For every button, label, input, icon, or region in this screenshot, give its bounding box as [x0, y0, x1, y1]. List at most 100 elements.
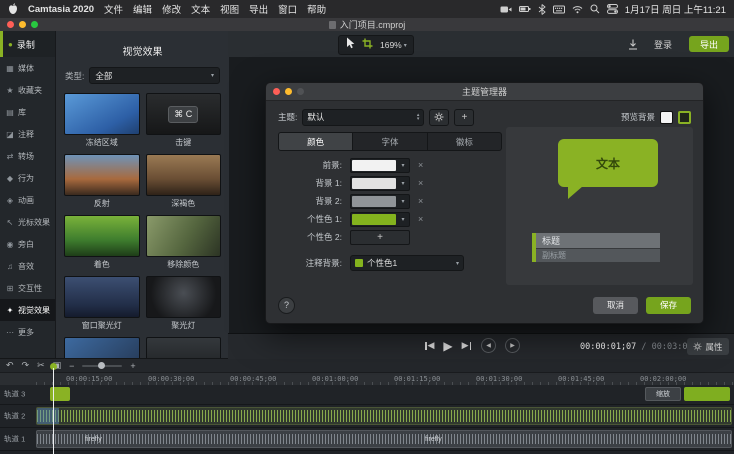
- zoom-clip[interactable]: 缩放: [645, 387, 681, 401]
- menu-modify[interactable]: 修改: [162, 2, 181, 16]
- window-traffic-lights[interactable]: [7, 21, 38, 28]
- menu-help[interactable]: 帮助: [307, 2, 326, 16]
- add-accent2-button[interactable]: +: [350, 229, 410, 245]
- undo-button[interactable]: ↶: [6, 360, 14, 371]
- effect-partial-1[interactable]: [64, 337, 140, 358]
- effect-thumbnail[interactable]: [145, 337, 221, 358]
- menu-file[interactable]: 文件: [104, 2, 123, 16]
- play-button[interactable]: ▶: [443, 339, 452, 353]
- background1-color-select[interactable]: ▾: [350, 175, 410, 191]
- split-button[interactable]: ✂: [37, 360, 45, 371]
- remove-background1-button[interactable]: ×: [418, 178, 423, 188]
- theme-settings-button[interactable]: [429, 108, 450, 126]
- redo-button[interactable]: ↷: [22, 360, 30, 371]
- track-1[interactable]: 轨道 1 firefly firefly: [0, 428, 734, 451]
- sidebar-item-voice-narration[interactable]: ◉ 旁白: [0, 233, 55, 255]
- share-download-button[interactable]: [628, 37, 638, 55]
- screen-record-icon[interactable]: [500, 5, 512, 14]
- close-window-button[interactable]: [7, 21, 14, 28]
- tab-colors[interactable]: 颜色: [279, 133, 354, 150]
- effect-thumbnail[interactable]: [64, 154, 140, 196]
- next-clip-button[interactable]: ▶: [505, 338, 521, 353]
- preview-bg-white-swatch[interactable]: [660, 110, 673, 124]
- cursor-tool-icon[interactable]: [345, 36, 355, 54]
- sidebar-item-library[interactable]: ▤ 库: [0, 101, 55, 123]
- menu-datetime[interactable]: 1月17日 周日 上午11:21: [625, 2, 726, 16]
- step-back-button[interactable]: ◀: [424, 340, 434, 351]
- effect-partial-2[interactable]: [145, 337, 221, 358]
- help-button[interactable]: ?: [278, 296, 295, 314]
- menu-view[interactable]: 视图: [220, 2, 239, 16]
- remove-accent1-button[interactable]: ×: [418, 214, 423, 224]
- remove-background2-button[interactable]: ×: [418, 196, 423, 206]
- sidebar-item-transitions[interactable]: ⇄ 转场: [0, 145, 55, 167]
- track-3[interactable]: 轨道 3 缩放: [0, 384, 734, 405]
- dialog-title-bar[interactable]: 主题管理器: [266, 83, 703, 101]
- zoom-window-button[interactable]: [31, 21, 38, 28]
- add-theme-button[interactable]: +: [454, 108, 475, 126]
- effect-thumbnail[interactable]: [64, 93, 140, 135]
- sidebar-item-media[interactable]: ▦ 媒体: [0, 57, 55, 79]
- effect-reflection[interactable]: 反射: [64, 154, 140, 209]
- minimize-window-button[interactable]: [19, 21, 26, 28]
- audio-clip-track1[interactable]: firefly firefly: [36, 430, 732, 448]
- foreground-color-select[interactable]: ▾: [350, 157, 410, 173]
- export-button[interactable]: 导出: [689, 36, 729, 52]
- previous-clip-button[interactable]: ◀: [481, 338, 497, 353]
- wifi-icon[interactable]: [572, 5, 583, 14]
- preview-bg-dark-swatch[interactable]: [678, 110, 691, 124]
- background2-color-select[interactable]: ▾: [350, 193, 410, 209]
- effect-thumbnail[interactable]: [64, 215, 140, 257]
- keyboard-input-icon[interactable]: [552, 5, 565, 14]
- effect-freeze-region[interactable]: 冻结区域: [64, 93, 140, 148]
- type-filter-select[interactable]: 全部 ▾: [89, 67, 220, 84]
- record-button[interactable]: ● 录制: [0, 31, 55, 57]
- save-button[interactable]: 保存: [645, 296, 691, 314]
- sidebar-item-more[interactable]: ⋯ 更多: [0, 321, 55, 343]
- menu-window[interactable]: 窗口: [278, 2, 297, 16]
- effect-colorize[interactable]: 着色: [64, 215, 140, 270]
- battery-icon[interactable]: [518, 4, 531, 14]
- effect-thumbnail[interactable]: [145, 276, 221, 318]
- menu-export[interactable]: 导出: [249, 2, 268, 16]
- remove-foreground-button[interactable]: ×: [418, 160, 423, 170]
- dialog-close-button[interactable]: [273, 88, 280, 95]
- bluetooth-icon[interactable]: [538, 3, 546, 15]
- canvas-zoom-select[interactable]: 169% ▾: [380, 40, 407, 50]
- crop-tool-icon[interactable]: [362, 36, 373, 54]
- cancel-button[interactable]: 取消: [592, 296, 638, 314]
- sidebar-item-cursor-effects[interactable]: ↖ 光标效果: [0, 211, 55, 233]
- sidebar-item-visual-effects[interactable]: ✦ 视觉效果: [0, 299, 55, 321]
- timeline-ruler[interactable]: 00:00:15;00 00:00:30;00 00:00:45;00 00:0…: [0, 372, 734, 385]
- sidebar-item-behaviors[interactable]: ◆ 行为: [0, 167, 55, 189]
- effect-thumbnail[interactable]: [64, 276, 140, 318]
- timeline-zoom-slider[interactable]: [82, 362, 123, 369]
- selection-region[interactable]: [37, 408, 59, 424]
- slider-knob[interactable]: [98, 362, 106, 369]
- sidebar-item-audio-effects[interactable]: ♫ 音效: [0, 255, 55, 277]
- search-icon[interactable]: [590, 4, 600, 14]
- annotation-bg-select[interactable]: 个性色1 ▾: [350, 255, 464, 271]
- menu-app-name[interactable]: Camtasia 2020: [28, 4, 94, 15]
- zoom-in-button[interactable]: +: [130, 361, 135, 371]
- step-forward-button[interactable]: ▶: [462, 340, 472, 351]
- effect-spotlight[interactable]: 聚光灯: [145, 276, 221, 331]
- sidebar-item-interactivity[interactable]: ⊞ 交互性: [0, 277, 55, 299]
- effect-thumbnail[interactable]: ⌘ C: [145, 93, 221, 135]
- zoom-out-button[interactable]: −: [69, 361, 74, 371]
- playhead[interactable]: [53, 368, 54, 454]
- menu-text[interactable]: 文本: [191, 2, 210, 16]
- apple-menu[interactable]: [8, 3, 18, 15]
- effect-thumbnail[interactable]: [145, 215, 221, 257]
- tab-fonts[interactable]: 字体: [353, 133, 428, 150]
- theme-select[interactable]: 默认 ▴ ▾: [302, 108, 425, 126]
- effect-thumbnail[interactable]: [64, 337, 140, 358]
- control-center-icon[interactable]: [606, 4, 618, 14]
- sidebar-item-favorites[interactable]: ★ 收藏夹: [0, 79, 55, 101]
- sidebar-item-annotations[interactable]: ◪ 注释: [0, 123, 55, 145]
- accent1-color-select[interactable]: ▾: [350, 211, 410, 227]
- effect-remove-color[interactable]: 移除颜色: [145, 215, 221, 270]
- effect-keystrokes[interactable]: ⌘ C 击键: [145, 93, 221, 148]
- tab-logo[interactable]: 徽标: [428, 133, 501, 150]
- properties-button[interactable]: 属性: [687, 338, 729, 355]
